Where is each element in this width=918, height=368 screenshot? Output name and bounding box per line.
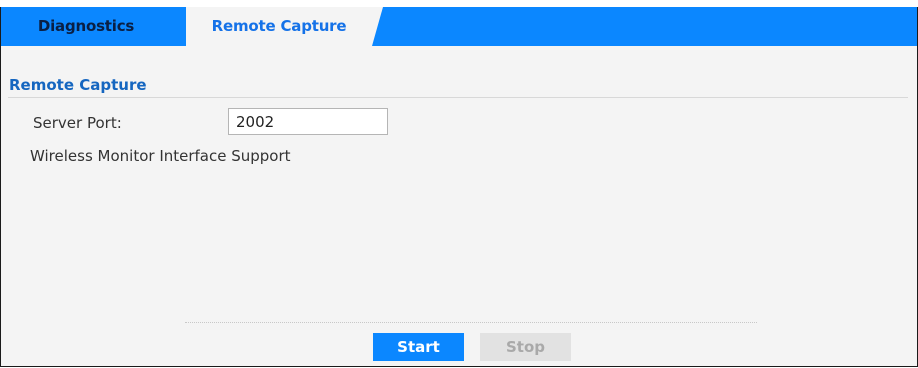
tab-bar: Diagnostics Remote Capture (1, 7, 917, 46)
start-button[interactable]: Start (373, 333, 464, 361)
server-port-input[interactable] (228, 108, 388, 135)
tab-diagnostics[interactable]: Diagnostics (1, 7, 171, 46)
section-title: Remote Capture (9, 76, 147, 94)
stop-button[interactable]: Stop (480, 333, 571, 361)
section-divider (8, 97, 908, 98)
tab-remote-capture-edge (372, 7, 383, 46)
tab-separator (171, 7, 186, 46)
server-port-label: Server Port: (33, 114, 122, 132)
wireless-monitor-label: Wireless Monitor Interface Support (30, 147, 291, 165)
tab-remote-capture[interactable]: Remote Capture (186, 7, 372, 46)
top-margin (0, 0, 918, 7)
footer-divider (185, 322, 757, 323)
content-panel (0, 7, 918, 367)
